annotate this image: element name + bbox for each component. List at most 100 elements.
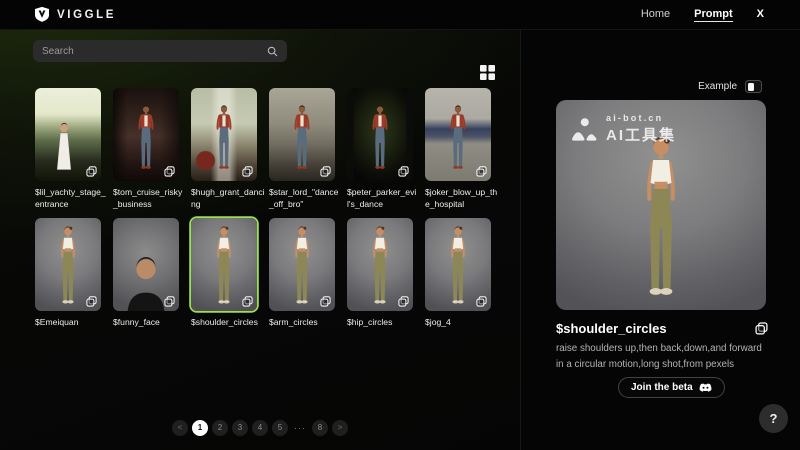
person-figure [47,224,89,308]
gallery-item[interactable]: $hip_circles [347,218,413,340]
thumbnail-shoulder-circles[interactable] [191,218,257,311]
gallery-item-label: $hugh_grant_dancing [191,186,265,211]
nav-prompt[interactable]: Prompt [694,8,733,22]
gallery-item-label: $shoulder_circles [191,316,265,328]
gallery-item-label: $lil_yachty_stage_entrance [35,186,109,211]
person-figure [129,103,163,173]
brand[interactable]: VIGGLE [34,6,116,23]
watermark-url: ai-bot.cn [606,113,676,123]
gallery-item-label: $peter_parker_evil's_dance [347,186,421,211]
top-bar: VIGGLE Home Prompt X [0,0,800,30]
nav-home[interactable]: Home [641,8,670,21]
thumbnail-funny-face[interactable] [113,218,179,311]
gallery-item[interactable]: $peter_parker_evil's_dance [347,88,413,210]
thumbnail-tom-cruise[interactable] [113,88,179,181]
page-button-2[interactable]: 2 [212,420,228,436]
gallery-item-label: $joker_blow_up_the_hospital [425,186,499,211]
gallery-item[interactable]: $arm_circles [269,218,335,340]
watermark-text: ai-bot.cn AI工具集 [606,113,676,145]
main-nav: Home Prompt X [641,8,764,22]
page-button-4[interactable]: 4 [252,420,268,436]
help-button[interactable]: ? [759,404,788,433]
thumbnail-emeiquan[interactable] [35,218,101,311]
gallery-item-label: $jog_4 [425,316,499,328]
gallery-item[interactable]: $tom_cruise_risky_business [113,88,179,210]
thumbnail-peter-parker[interactable] [347,88,413,181]
copy-icon[interactable] [242,296,253,307]
gallery-item[interactable]: $star_lord_"dance_off_bro" [269,88,335,210]
gallery-item[interactable]: $funny_face [113,218,179,340]
copy-icon[interactable] [755,322,768,335]
gallery-item-label: $hip_circles [347,316,421,328]
gallery-item[interactable]: $jog_4 [425,218,491,340]
gallery-item-label: $funny_face [113,316,187,328]
nav-x-link[interactable]: X [757,8,764,21]
example-preview[interactable]: ai-bot.cn AI工具集 [556,100,766,310]
thumbnail-arm-circles[interactable] [269,218,335,311]
gallery-item-label: $star_lord_"dance_off_bro" [269,186,343,211]
gallery-item[interactable]: $joker_blow_up_the_hospital [425,88,491,210]
watermark: ai-bot.cn AI工具集 [571,113,676,145]
search-input[interactable] [42,46,267,57]
ai-bot-logo-icon [571,118,598,141]
gallery-item-label: $arm_circles [269,316,343,328]
copy-icon[interactable] [476,296,487,307]
copy-icon[interactable] [242,166,253,177]
thumbnail-star-lord[interactable] [269,88,335,181]
page-button-3[interactable]: 3 [232,420,248,436]
person-figure [359,224,401,308]
page-button-5[interactable]: 5 [272,420,288,436]
person-figure [437,224,479,308]
thumbnail-joker[interactable] [425,88,491,181]
gallery-item[interactable]: $lil_yachty_stage_entrance [35,88,101,210]
person-figure [281,224,323,308]
person-figure [51,121,77,175]
detail-panel: Example ai-bot.cn AI工具集 $shoulder_circle… [520,30,800,450]
gallery-item-label: $tom_cruise_risky_business [113,186,187,211]
viggle-logo-icon [34,6,50,23]
page-ellipsis: ··· [292,420,308,436]
person-figure [441,103,475,173]
page-next-button[interactable]: > [332,420,348,436]
detail-title-row: $shoulder_circles [556,321,768,336]
copy-icon[interactable] [86,296,97,307]
join-beta-button[interactable]: Join the beta [618,377,725,398]
thumbnail-hugh-grant[interactable] [191,88,257,181]
template-grid: $lil_yachty_stage_entrance $tom_cruise_r… [35,88,491,340]
thumbnail-jog[interactable] [425,218,491,311]
example-toggle[interactable] [745,80,762,93]
brand-name: VIGGLE [57,9,116,21]
person-figure [207,103,241,173]
copy-icon[interactable] [164,166,175,177]
gallery-item-selected[interactable]: $shoulder_circles [191,218,257,340]
watermark-title: AI工具集 [606,124,676,145]
copy-icon[interactable] [398,166,409,177]
person-figure [203,224,245,308]
copy-icon[interactable] [86,166,97,177]
gallery-item[interactable]: $Emeiquan [35,218,101,340]
toggle-knob [748,83,754,91]
copy-icon[interactable] [320,166,331,177]
discord-icon [699,383,712,393]
thumbnail-hip-circles[interactable] [347,218,413,311]
copy-icon[interactable] [320,296,331,307]
person-figure [285,103,319,173]
search-icon [267,46,278,57]
copy-icon[interactable] [476,166,487,177]
person-figure [363,103,397,173]
page-prev-button[interactable]: < [172,420,188,436]
grid-view-icon[interactable] [479,64,496,81]
page-button-8[interactable]: 8 [312,420,328,436]
detail-description: raise shoulders up,then back,down,and fo… [556,341,770,372]
thumbnail-lil-yachty[interactable] [35,88,101,181]
gallery-item-label: $Emeiquan [35,316,109,328]
page-button-1[interactable]: 1 [192,420,208,436]
gallery-panel: $lil_yachty_stage_entrance $tom_cruise_r… [0,30,520,450]
detail-title: $shoulder_circles [556,321,755,336]
copy-icon[interactable] [398,296,409,307]
join-beta-label: Join the beta [631,382,693,393]
copy-icon[interactable] [164,296,175,307]
search-bar[interactable] [33,40,287,62]
gallery-item[interactable]: $hugh_grant_dancing [191,88,257,210]
example-toggle-row: Example [698,80,762,93]
